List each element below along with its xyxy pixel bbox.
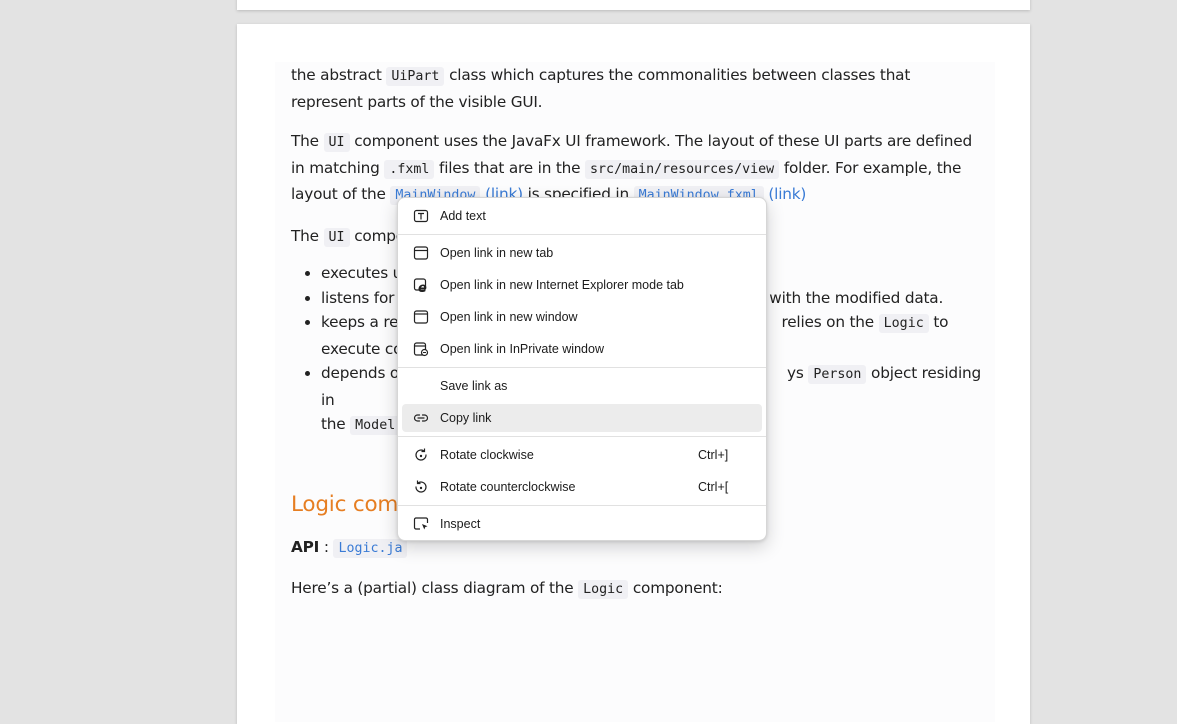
menu-item-label: Copy link bbox=[440, 411, 492, 425]
text: depends o bbox=[321, 364, 400, 382]
text: listens for c bbox=[321, 288, 408, 307]
inline-code: Logic bbox=[878, 314, 929, 333]
menu-item-shortcut: Ctrl+] bbox=[698, 448, 729, 462]
menu-separator bbox=[398, 505, 766, 506]
menu-item-rotate-clockwise[interactable]: Rotate clockwise Ctrl+] bbox=[402, 441, 762, 469]
text: relies on the bbox=[781, 313, 879, 331]
add-text-icon bbox=[412, 207, 430, 225]
inprivate-window-icon bbox=[412, 340, 430, 358]
text: keeps a ref bbox=[321, 313, 404, 331]
text: files that are in the bbox=[434, 158, 586, 177]
link-text[interactable]: (link) bbox=[768, 185, 806, 203]
new-tab-icon bbox=[412, 244, 430, 262]
inspect-icon bbox=[412, 515, 430, 533]
menu-item-label: Add text bbox=[440, 209, 486, 223]
menu-item-shortcut: Ctrl+[ bbox=[698, 480, 729, 494]
menu-separator bbox=[398, 234, 766, 235]
menu-item-rotate-counterclockwise[interactable]: Rotate counterclockwise Ctrl+[ bbox=[402, 473, 762, 501]
link-code[interactable]: Logic.ja bbox=[333, 538, 408, 558]
menu-item-label: Save link as bbox=[440, 379, 508, 393]
menu-item-add-text[interactable]: Add text bbox=[402, 202, 762, 230]
menu-item-open-new-tab[interactable]: Open link in new tab bbox=[402, 239, 762, 267]
text: component: bbox=[628, 579, 723, 597]
logic-java-link[interactable]: Logic.ja bbox=[333, 538, 408, 558]
paragraph-logic-diagram: Here’s a (partial) class diagram of the … bbox=[291, 576, 981, 603]
text: The bbox=[291, 132, 324, 150]
context-menu: Add text Open link in new tab e Open lin… bbox=[397, 197, 767, 541]
ie-mode-icon: e bbox=[412, 276, 430, 294]
menu-item-label: Open link in InPrivate window bbox=[440, 342, 604, 356]
inline-code: UiPart bbox=[386, 67, 445, 86]
text: execute co bbox=[321, 339, 403, 358]
menu-item-label: Inspect bbox=[440, 517, 481, 531]
menu-item-label: Rotate clockwise bbox=[440, 448, 534, 462]
inline-code: UI bbox=[323, 133, 350, 152]
menu-item-label: Open link in new window bbox=[440, 310, 578, 324]
menu-separator bbox=[398, 367, 766, 368]
menu-item-open-new-window[interactable]: Open link in new window bbox=[402, 303, 762, 331]
text: d with the modified data. bbox=[755, 288, 944, 307]
text: to bbox=[928, 313, 949, 331]
new-window-icon bbox=[412, 308, 430, 326]
paragraph-uipart: the abstract UiPart class which captures… bbox=[291, 63, 981, 114]
inline-code: UI bbox=[323, 227, 350, 247]
menu-separator bbox=[398, 436, 766, 437]
rotate-clockwise-icon bbox=[412, 446, 430, 464]
api-label: API bbox=[291, 537, 320, 556]
inline-code: Logic bbox=[578, 580, 629, 599]
inline-code: Person bbox=[808, 365, 867, 384]
menu-item-inspect[interactable]: Inspect bbox=[402, 510, 762, 538]
menu-item-open-ie-mode-tab[interactable]: e Open link in new Internet Explorer mod… bbox=[402, 271, 762, 299]
menu-item-label: Rotate counterclockwise bbox=[440, 480, 576, 494]
inline-code: Model bbox=[350, 416, 401, 435]
inline-code: src/main/resources/view bbox=[585, 159, 780, 179]
menu-item-label: Open link in new Internet Explorer mode … bbox=[440, 278, 684, 292]
text: The bbox=[291, 226, 324, 245]
text: : bbox=[319, 537, 334, 556]
text: the abstract bbox=[291, 66, 387, 84]
text: Here’s a (partial) class diagram of the bbox=[291, 579, 579, 597]
link-icon bbox=[412, 409, 430, 427]
inline-code: .fxml bbox=[384, 159, 435, 179]
rotate-counterclockwise-icon bbox=[412, 478, 430, 496]
text: ys bbox=[787, 364, 809, 382]
svg-text:e: e bbox=[418, 281, 427, 293]
previous-page bbox=[237, 0, 1030, 10]
menu-item-label: Open link in new tab bbox=[440, 246, 554, 260]
menu-item-save-link-as[interactable]: Save link as bbox=[402, 372, 762, 400]
text: the bbox=[321, 415, 351, 433]
menu-item-open-inprivate[interactable]: Open link in InPrivate window bbox=[402, 335, 762, 363]
menu-item-copy-link[interactable]: Copy link bbox=[402, 404, 762, 432]
